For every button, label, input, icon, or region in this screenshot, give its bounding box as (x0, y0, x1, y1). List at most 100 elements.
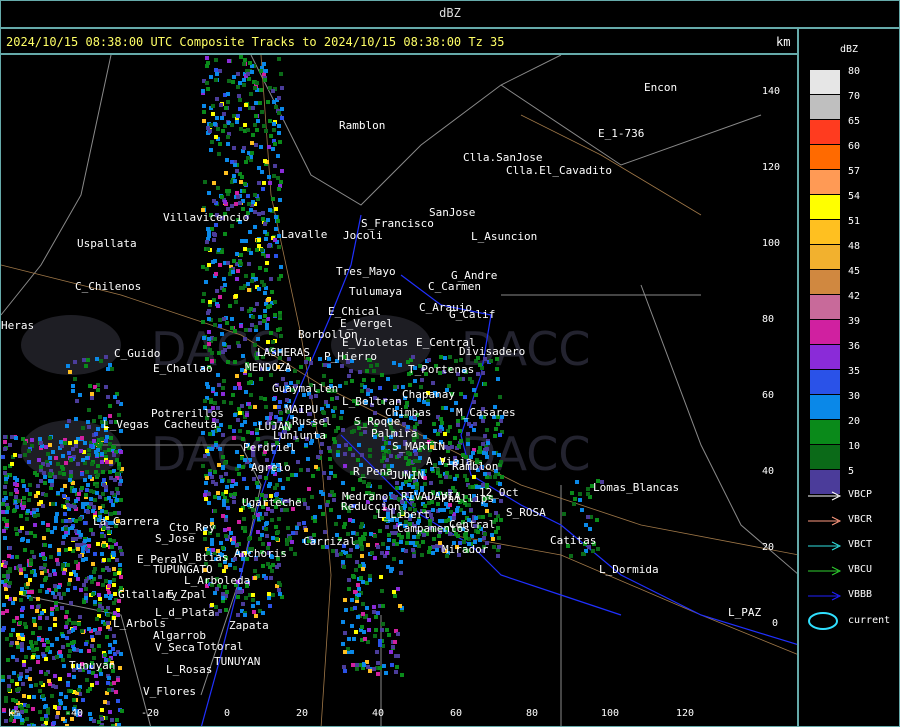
y-tick-label: 40 (762, 466, 775, 477)
legend-value: 35 (848, 366, 861, 377)
place-label: L_Arboleda (184, 574, 251, 587)
place-label: G_Calif (449, 308, 496, 321)
place-label: S_ROSA (506, 506, 546, 519)
place-label: MENDOZA (245, 361, 292, 374)
legend-value: 30 (848, 391, 861, 402)
legend-value: 60 (848, 141, 861, 152)
legend-swatch (810, 220, 840, 244)
map-unit-label: km (776, 35, 791, 49)
place-label: S_Jose (155, 532, 195, 545)
place-label: Anchoris (234, 547, 287, 560)
legend-title: dBZ (840, 44, 859, 55)
y-tick-label: 140 (762, 86, 781, 97)
track-arrow-icon (808, 541, 842, 551)
place-label: SanJose (429, 206, 476, 219)
legend-swatch (810, 195, 840, 219)
legend-swatch (810, 270, 840, 294)
y-tick-label: 80 (762, 314, 775, 325)
track-arrow-icon (808, 566, 842, 576)
y-tick-label: 20 (762, 542, 775, 553)
legend-value: 54 (848, 191, 861, 202)
place-label: TUNUYAN (214, 655, 261, 668)
place-label: Tulumaya (349, 285, 402, 298)
x-tick-label: 40 (372, 708, 385, 719)
radar-map[interactable]: DACC DACC DACC DACC Encon Ramblon E_1-73… (0, 54, 798, 727)
x-tick-label: 100 (601, 708, 620, 719)
track-label: VBCU (848, 564, 873, 575)
legend-swatch (810, 170, 840, 194)
track-label: VBCR (848, 514, 873, 525)
place-label: Totoral (197, 640, 244, 653)
place-label: Tunuyan (69, 659, 116, 672)
x-tick-label: -40 (65, 708, 84, 719)
y-tick-label: 0 (772, 618, 779, 629)
legend-swatch (810, 445, 840, 469)
track-arrow-icon (808, 491, 842, 501)
place-label: Divisadero (459, 345, 526, 358)
legend-value: 42 (848, 291, 861, 302)
place-label: Clla.El_Cavadito (506, 164, 612, 177)
x-tick-label: 20 (296, 708, 309, 719)
legend-value: 39 (848, 316, 861, 327)
place-label: JUNIN (391, 469, 425, 482)
place-label: E_Challao (153, 362, 213, 375)
place-label: L_Vegas (103, 418, 150, 431)
track-arrow-icon (808, 516, 842, 526)
place-label: L_Asuncion (471, 230, 538, 243)
place-label: Russel (292, 415, 332, 428)
place-label: E_Zpal (167, 588, 207, 601)
place-label: Villavicencio (163, 211, 250, 224)
current-label: current (848, 615, 891, 626)
legend-value: 10 (848, 441, 861, 452)
place-label: L_Rosas (166, 663, 213, 676)
place-label: Lavalle (281, 228, 328, 241)
legend-swatch (810, 320, 840, 344)
legend-swatch (810, 120, 840, 144)
place-label: Ugarteche (242, 496, 302, 509)
x-tick-label: 60 (450, 708, 463, 719)
place-label: T_Portenas (408, 363, 475, 376)
legend-value: 45 (848, 266, 861, 277)
legend-value: 70 (848, 91, 861, 102)
legend-swatch (810, 420, 840, 444)
place-label: Jocoli (343, 229, 383, 242)
place-label: Perdriel (243, 441, 296, 454)
x-tick-label: 0 (224, 708, 231, 719)
place-label: Ramblon (452, 460, 499, 473)
legend-value: 65 (848, 116, 861, 127)
legend-swatch (810, 95, 840, 119)
place-label: Ramblon (339, 119, 386, 132)
track-label: VBCP (848, 489, 873, 500)
place-label: R_Pena (353, 465, 393, 478)
legend-value: 57 (848, 166, 861, 177)
place-label: Clla.SanJose (463, 151, 543, 164)
place-label: Tres_Mayo (336, 265, 396, 278)
place-label: M_Casares (456, 406, 516, 419)
legend-value: 80 (848, 66, 861, 77)
legend-swatch (810, 295, 840, 319)
place-label: Central (449, 518, 496, 531)
map-title: 2024/10/15 08:38:00 UTC Composite Tracks… (6, 35, 505, 49)
x-tick-label: 120 (676, 708, 695, 719)
legend-swatch (810, 395, 840, 419)
place-label: S_MARTIN (392, 440, 445, 453)
place-label: Chapanay (402, 388, 455, 401)
legend-value: 48 (848, 241, 861, 252)
place-label: Phillips (441, 492, 494, 505)
place-label: Lomas_Blancas (593, 481, 680, 494)
place-label: C_Chilenos (75, 280, 142, 293)
legend-value: 5 (848, 466, 855, 477)
place-label: LASHERAS (257, 346, 310, 359)
place-label: E_Violetas (342, 336, 409, 349)
y-tick-label: 60 (762, 390, 775, 401)
place-label: Uspallata (77, 237, 137, 250)
place-label: E_1-736 (598, 127, 645, 140)
legend-value: 51 (848, 216, 861, 227)
place-label: V_Flores (143, 685, 196, 698)
place-label: L_PAZ (728, 606, 762, 619)
place-label: Mirador (442, 543, 489, 556)
place-label: La_Carrera (93, 515, 160, 528)
place-label: Agrelo (251, 461, 291, 474)
legend-value: 36 (848, 341, 861, 352)
legend-swatch (810, 345, 840, 369)
